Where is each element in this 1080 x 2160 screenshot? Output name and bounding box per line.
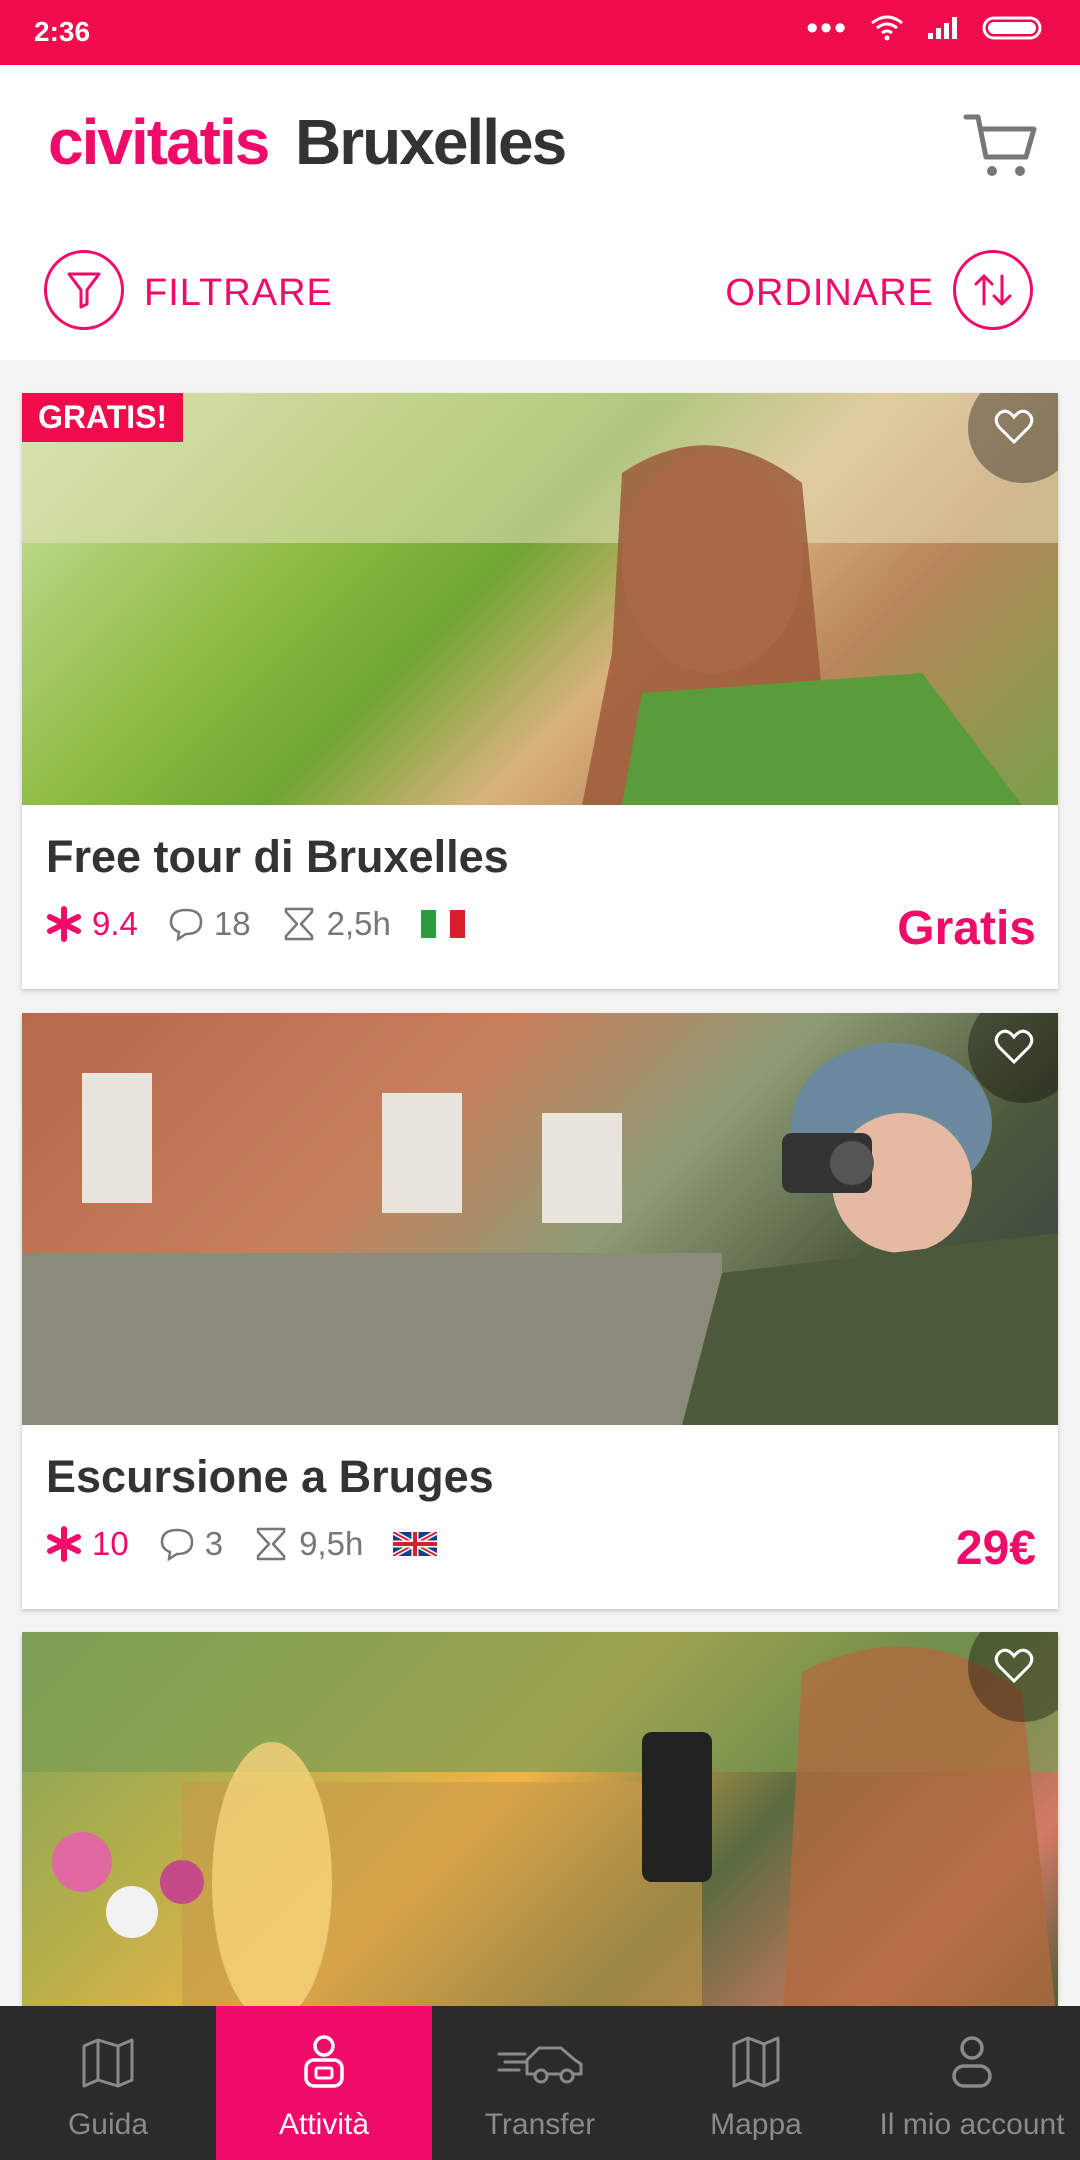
heart-icon [994, 409, 1034, 445]
filter-funnel-icon [67, 272, 101, 309]
activity-title[interactable]: Escursione a Bruges [46, 1451, 1034, 1503]
card-body: Escursione a Bruges 10 3 9,5h 29€ [22, 1425, 1058, 1609]
status-time: 2:36 [34, 16, 91, 47]
comments: 3 [159, 1525, 223, 1563]
filter-label[interactable]: FILTRARE [144, 272, 333, 315]
activity-image[interactable] [22, 1632, 1058, 2006]
order-label[interactable]: ORDINARE [725, 272, 934, 315]
activity-image[interactable] [22, 1013, 1058, 1425]
nav-label: Mappa [710, 2108, 802, 2141]
user-icon [952, 2036, 992, 2088]
rating-star-icon [47, 906, 81, 942]
app-header: civitatis Bruxelles FILTRARE ORDINARE [0, 65, 1080, 360]
status-icons: ••• [806, 9, 1046, 47]
rating-value: 9.4 [92, 905, 138, 942]
nav-guida[interactable]: Guida [0, 2006, 216, 2160]
activity-card-canal[interactable] [22, 1632, 1058, 2006]
signal-icon [928, 17, 957, 39]
duration: 2,5h [281, 905, 391, 943]
activity-icon [304, 2035, 344, 2088]
activity-meta: 10 3 9,5h [46, 1525, 438, 1563]
comment-bubble-icon [169, 908, 203, 941]
car-icon [497, 2046, 583, 2084]
card-body: Free tour di Bruxelles 9.4 18 2,5h Grati… [22, 805, 1058, 989]
free-badge: GRATIS! [22, 393, 184, 442]
map-icon [82, 2038, 134, 2088]
nav-label: Guida [67, 2108, 149, 2141]
photo-woman-park [22, 393, 1058, 805]
comment-count: 18 [213, 905, 251, 942]
nav-label: Il mio account [879, 2108, 1065, 2141]
activity-price: Gratis [897, 902, 1036, 955]
nav-transfer[interactable]: Transfer [432, 2006, 648, 2160]
rating-value: 10 [92, 1525, 129, 1562]
duration-value: 9,5h [299, 1525, 364, 1562]
rating: 9.4 [46, 905, 138, 943]
hourglass-icon [256, 1527, 286, 1561]
nav-label: Transfer [484, 2108, 596, 2141]
sort-arrows-icon [974, 274, 1012, 306]
activity-price: 29€ [955, 1522, 1036, 1575]
filter-sort-row: FILTRARE ORDINARE [0, 250, 1080, 350]
photo-woman-phone-canal [22, 1632, 1058, 2006]
uk-flag-icon [393, 1532, 438, 1556]
cart-icon[interactable] [960, 105, 1040, 185]
activity-card-free-tour[interactable]: GRATIS! Free tour di Bruxelles 9.4 18 2,… [22, 393, 1058, 989]
order-button[interactable] [953, 250, 1033, 330]
wifi-icon [871, 15, 903, 41]
activity-image[interactable]: GRATIS! [22, 393, 1058, 805]
activity-title[interactable]: Free tour di Bruxelles [46, 831, 1034, 883]
filter-button[interactable] [44, 250, 124, 330]
page-title: Bruxelles [295, 106, 567, 178]
comment-count: 3 [204, 1525, 224, 1562]
civitatis-logo[interactable]: civitatis [48, 105, 270, 179]
activity-card-bruges[interactable]: Escursione a Bruges 10 3 9,5h 29€ [22, 1013, 1058, 1609]
nav-mappa[interactable]: Mappa [648, 2006, 864, 2160]
heart-icon [994, 1029, 1034, 1065]
bottom-nav: Guida Attività Transfer Mappa Il mio acc… [0, 2006, 1080, 2160]
rating-star-icon [47, 1526, 81, 1562]
map-fold-icon [732, 2036, 780, 2088]
photo-woman-camera [22, 1043, 1058, 1425]
hourglass-icon [284, 907, 313, 941]
battery-icon [982, 16, 1042, 40]
nav-account[interactable]: Il mio account [864, 2006, 1080, 2160]
heart-icon [994, 1648, 1034, 1684]
nav-attivita[interactable]: Attività [216, 2006, 432, 2160]
comment-bubble-icon [160, 1528, 193, 1561]
nav-label: Attività [278, 2108, 370, 2141]
activity-meta: 9.4 18 2,5h [46, 905, 465, 943]
duration-value: 2,5h [326, 905, 391, 942]
status-bar: 2:36 ••• [0, 0, 1080, 65]
more-dots-icon: ••• [806, 9, 848, 47]
it-flag-icon [420, 910, 465, 938]
rating: 10 [46, 1525, 129, 1563]
duration: 9,5h [253, 1525, 363, 1563]
comments: 18 [168, 905, 251, 943]
